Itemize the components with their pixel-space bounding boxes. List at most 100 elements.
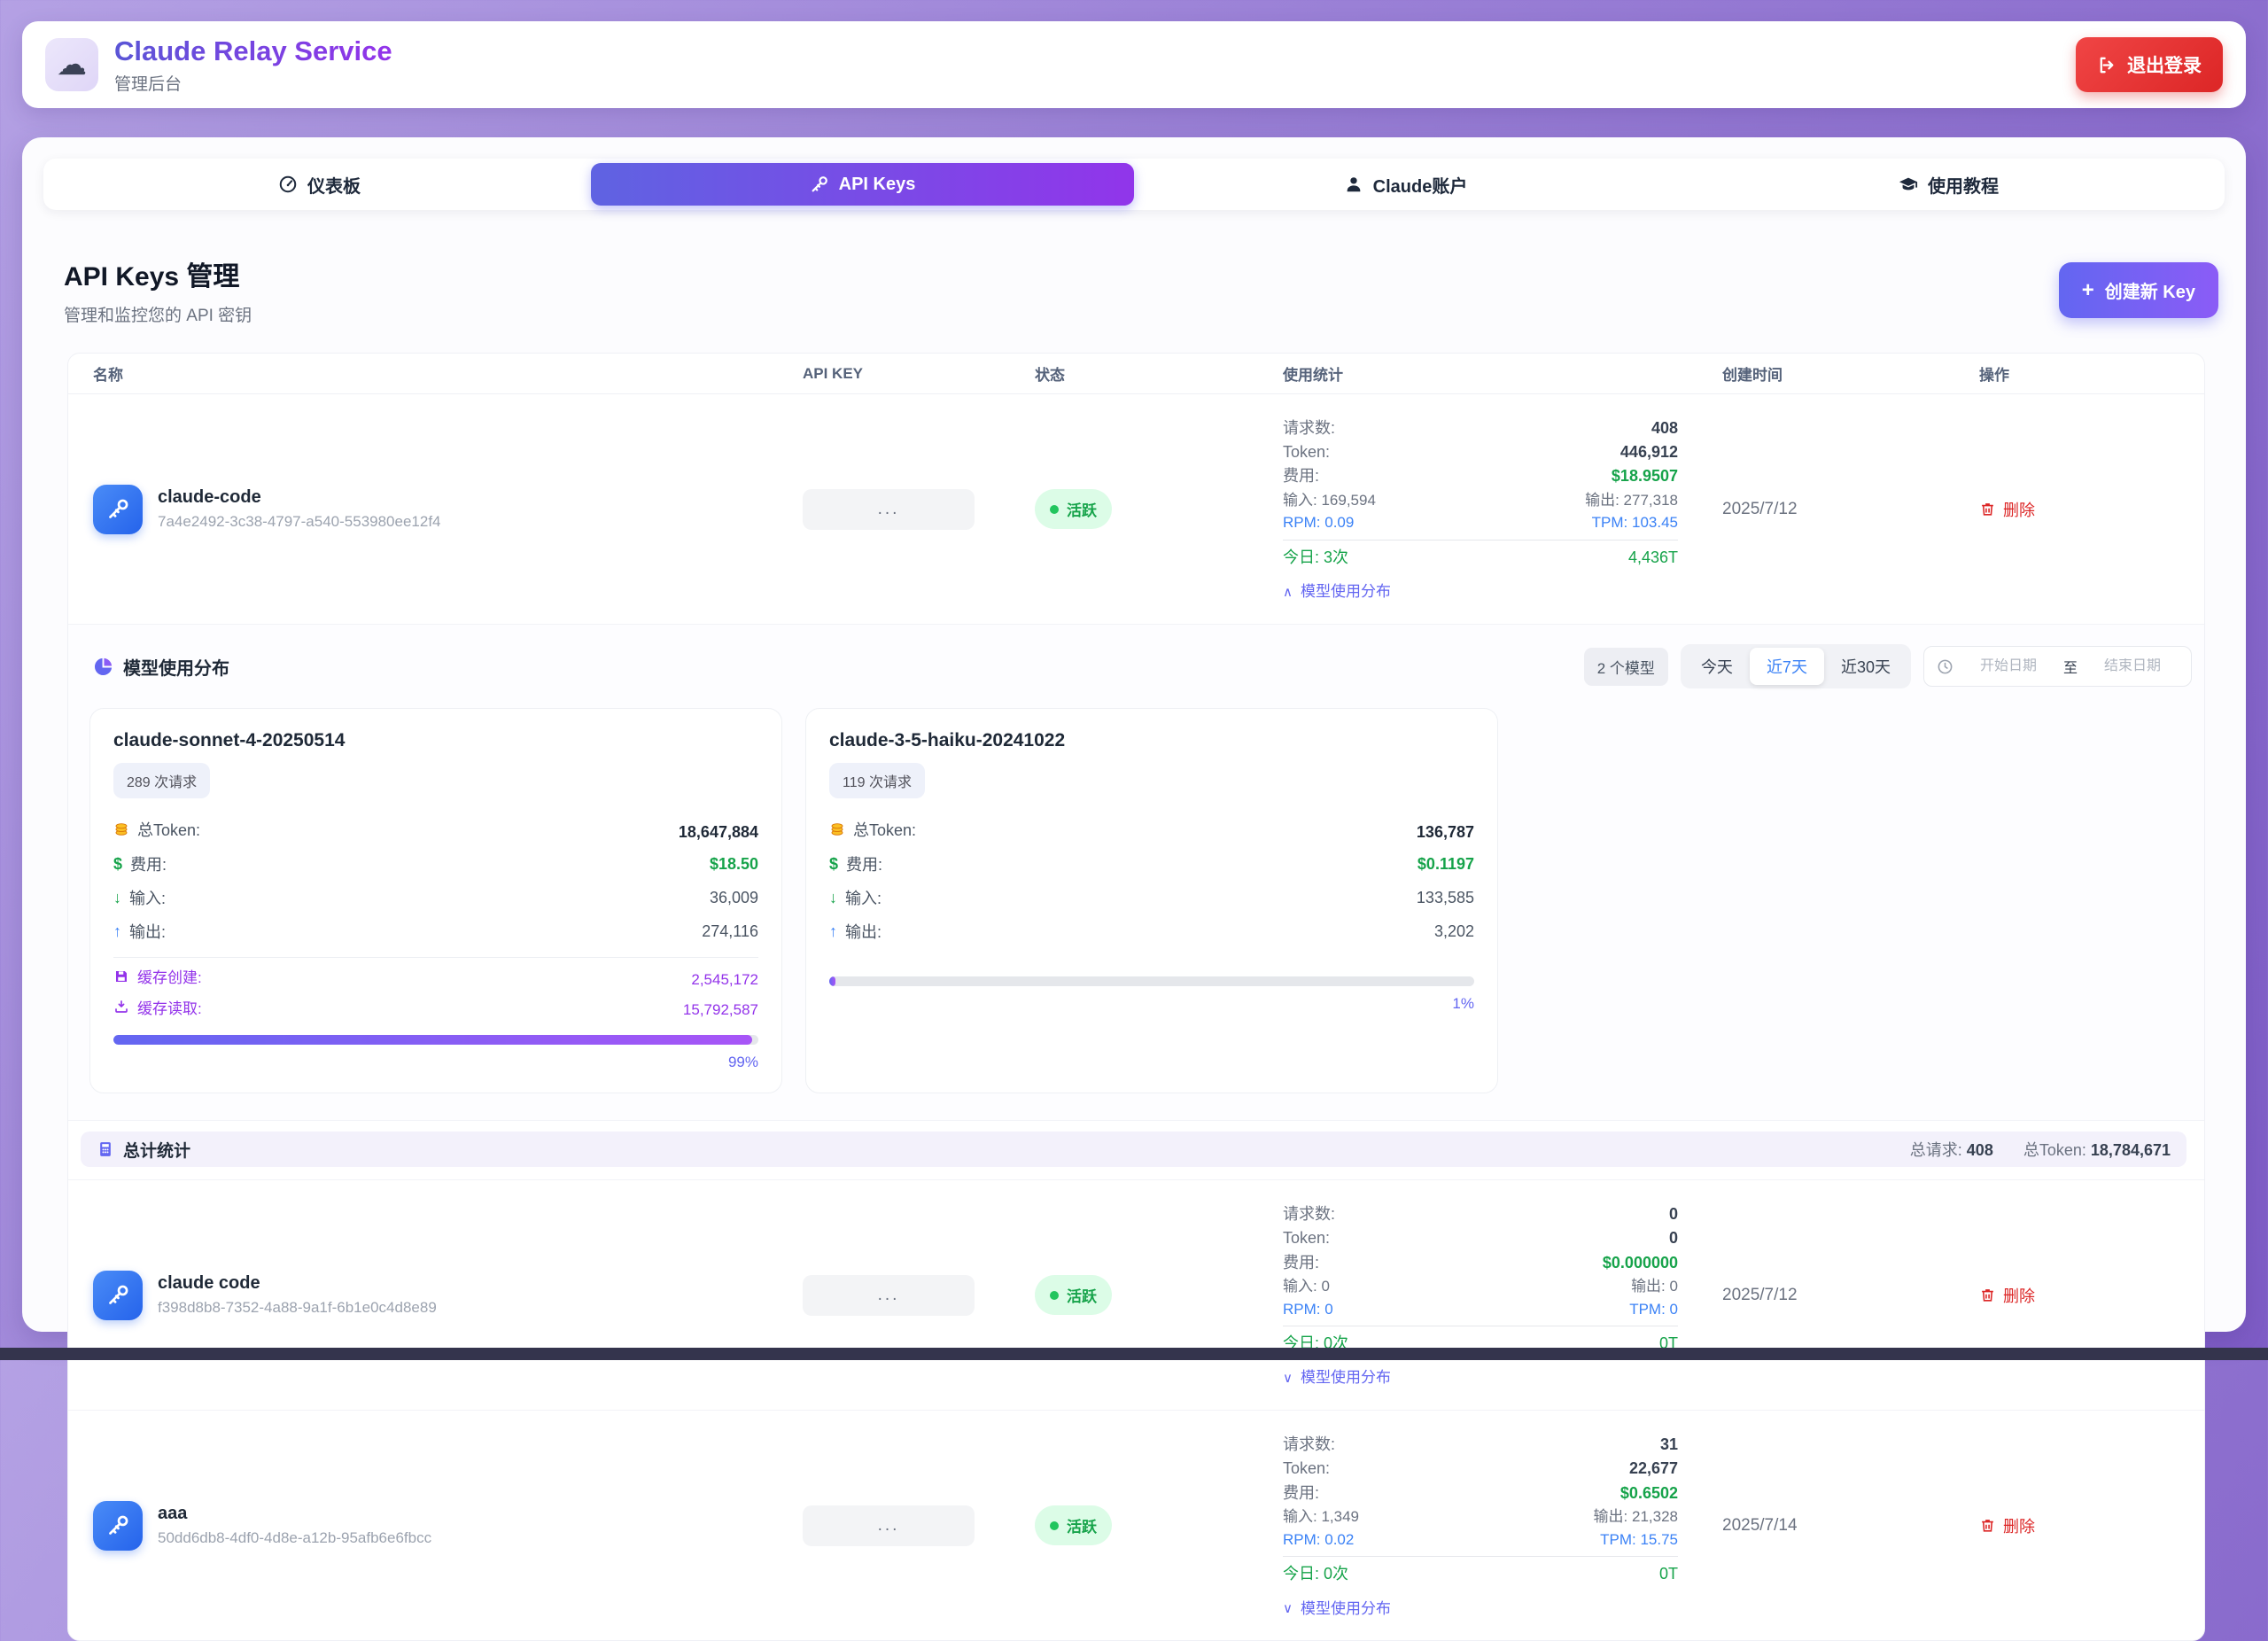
- page-head: API Keys 管理 管理和监控您的 API 密钥 + 创建新 Key: [64, 254, 2218, 326]
- model-card: claude-3-5-haiku-20241022 119 次请求 总Token…: [805, 708, 1498, 1093]
- chevron-down-icon: ∨: [1283, 1372, 1293, 1385]
- key-name-cell: claude-code 7a4e2492-3c38-4797-a540-5539…: [68, 485, 803, 534]
- trash-icon: [1979, 1517, 1996, 1534]
- model-distribution-title-group: 模型使用分布: [93, 654, 229, 680]
- total-token: 总Token: 18,784,671: [2023, 1138, 2171, 1161]
- model-distribution-controls: 2 个模型 今天 近7天 近30天 至: [1584, 644, 2192, 688]
- actions-cell: 删除: [1979, 1514, 2204, 1537]
- status-badge: 活跃: [1035, 1275, 1112, 1315]
- cost-label: $费用:: [829, 852, 882, 875]
- column-header-key: API KEY: [803, 365, 1035, 383]
- model-distribution-panel: 模型使用分布 2 个模型 今天 近7天 近30天 至: [68, 625, 2204, 1121]
- delete-button[interactable]: 删除: [1979, 1284, 2035, 1307]
- usage-stats-cell: 请求数:31 Token:22,677 费用:$0.6502 输入: 1,349…: [1283, 1432, 1722, 1619]
- masked-api-key[interactable]: ...: [803, 1275, 975, 1316]
- key-name: claude code: [158, 1273, 437, 1294]
- usage-stats-cell: 请求数:0 Token:0 费用:$0.000000 输入: 0输出: 0 RP…: [1283, 1202, 1722, 1388]
- key-name-block: aaa 50dd6db8-4df0-4d8e-a12b-95afb6e6fbcc: [158, 1504, 431, 1547]
- totals-section: 总计统计 总请求: 408 总Token: 18,784,671: [68, 1121, 2204, 1180]
- key-avatar: [93, 1501, 143, 1551]
- masked-api-key[interactable]: ...: [803, 489, 975, 530]
- cost-value: $0.000000: [1603, 1252, 1678, 1274]
- cache-read-value: 15,792,587: [683, 1001, 758, 1019]
- app-header: ☁ Claude Relay Service 管理后台 退出登录: [22, 21, 2246, 108]
- table-row: claude-code 7a4e2492-3c38-4797-a540-5539…: [68, 394, 2204, 625]
- model-count-badge: 2 个模型: [1584, 648, 1668, 686]
- divider: [1283, 540, 1678, 541]
- tab-label: 仪表板: [307, 172, 361, 198]
- api-key-cell: ...: [803, 1275, 1035, 1316]
- filter-today[interactable]: 今天: [1684, 648, 1750, 685]
- tpm-stat: TPM: 15.75: [1600, 1529, 1678, 1551]
- total-token-value: 136,787: [1417, 823, 1474, 842]
- logout-icon: [2097, 55, 2117, 75]
- requests-label: 请求数:: [1283, 1203, 1335, 1225]
- status-badge: 活跃: [1035, 489, 1112, 529]
- gauge-icon: [278, 175, 298, 194]
- delete-label: 删除: [2003, 1284, 2035, 1307]
- cost-label: 费用:: [1283, 465, 1319, 487]
- today-stat: 今日: 3次: [1283, 547, 1348, 569]
- model-requests-badge: 119 次请求: [829, 763, 925, 798]
- today-stat: 今日: 0次: [1283, 1563, 1348, 1585]
- table-row: aaa 50dd6db8-4df0-4d8e-a12b-95afb6e6fbcc…: [68, 1411, 2204, 1640]
- model-stats: 总Token:18,647,884 $费用:$18.50 ↓输入:36,009 …: [113, 807, 758, 1019]
- model-name: claude-sonnet-4-20250514: [113, 730, 758, 751]
- model-dist-toggle[interactable]: ∨ 模型使用分布: [1283, 1367, 1678, 1388]
- column-header-status: 状态: [1035, 362, 1283, 385]
- app-title-group: Claude Relay Service 管理后台: [114, 35, 392, 95]
- token-label: Token:: [1283, 1458, 1330, 1480]
- delete-button[interactable]: 删除: [1979, 1514, 2035, 1537]
- key-icon: [106, 497, 130, 521]
- plus-icon: +: [2082, 280, 2094, 301]
- model-distribution-header: 模型使用分布 2 个模型 今天 近7天 近30天 至: [93, 644, 2192, 688]
- tab-dashboard[interactable]: 仪表板: [48, 163, 591, 206]
- tab-tutorial[interactable]: 使用教程: [1677, 163, 2220, 206]
- end-date-input[interactable]: [2086, 658, 2179, 674]
- today-token-stat: 0T: [1659, 1563, 1678, 1585]
- download-icon: [113, 999, 129, 1015]
- model-dist-toggle[interactable]: ∧ 模型使用分布: [1283, 581, 1678, 603]
- token-label: Token:: [1283, 1227, 1330, 1249]
- totals-values: 总请求: 408 总Token: 18,784,671: [1910, 1138, 2171, 1161]
- token-value: 0: [1669, 1227, 1678, 1249]
- divider: [113, 957, 758, 958]
- masked-api-key[interactable]: ...: [803, 1505, 975, 1546]
- tab-api-keys[interactable]: API Keys: [591, 163, 1134, 206]
- logout-button[interactable]: 退出登录: [2076, 37, 2223, 92]
- delete-label: 删除: [2003, 498, 2035, 521]
- created-date: 2025/7/14: [1722, 1516, 1979, 1536]
- filter-last7[interactable]: 近7天: [1750, 648, 1824, 685]
- key-avatar: [93, 485, 143, 534]
- user-icon: [1344, 175, 1363, 194]
- key-name-cell: claude code f398d8b8-7352-4a88-9a1f-6b1e…: [68, 1271, 803, 1320]
- delete-button[interactable]: 删除: [1979, 498, 2035, 521]
- start-date-input[interactable]: [1962, 658, 2054, 674]
- filter-last30[interactable]: 近30天: [1824, 648, 1907, 685]
- status-label: 活跃: [1067, 1514, 1097, 1536]
- output-stat: 输出: 21,328: [1594, 1506, 1678, 1528]
- tab-label: API Keys: [839, 175, 916, 195]
- model-dist-toggle[interactable]: ∨ 模型使用分布: [1283, 1598, 1678, 1620]
- model-progress-block: 1%: [829, 960, 1474, 1013]
- app-subtitle: 管理后台: [114, 71, 392, 95]
- tab-claude-account[interactable]: Claude账户: [1134, 163, 1677, 206]
- cost-value: $0.1197: [1418, 855, 1474, 874]
- create-key-button[interactable]: + 创建新 Key: [2059, 262, 2218, 318]
- api-key-cell: ...: [803, 489, 1035, 530]
- column-header-name: 名称: [68, 362, 803, 385]
- trash-icon: [1979, 1287, 1996, 1303]
- token-value: 446,912: [1620, 441, 1678, 463]
- api-keys-table: 名称 API KEY 状态 使用统计 创建时间 操作 claude-code 7…: [67, 353, 2205, 1641]
- coins-icon: [829, 821, 845, 837]
- page-title-group: API Keys 管理 管理和监控您的 API 密钥: [64, 254, 252, 326]
- actions-cell: 删除: [1979, 1284, 2204, 1307]
- key-id: 7a4e2492-3c38-4797-a540-553980ee12f4: [158, 513, 441, 531]
- status-dot-icon: [1050, 505, 1059, 514]
- created-date: 2025/7/12: [1722, 500, 1979, 519]
- status-label: 活跃: [1067, 498, 1097, 520]
- rpm-stat: RPM: 0.02: [1283, 1529, 1354, 1551]
- main-card: 仪表板 API Keys Claude账户 使用教程 API Keys 管理 管…: [22, 137, 2246, 1332]
- status-label: 活跃: [1067, 1284, 1097, 1306]
- page-subtitle: 管理和监控您的 API 密钥: [64, 302, 252, 326]
